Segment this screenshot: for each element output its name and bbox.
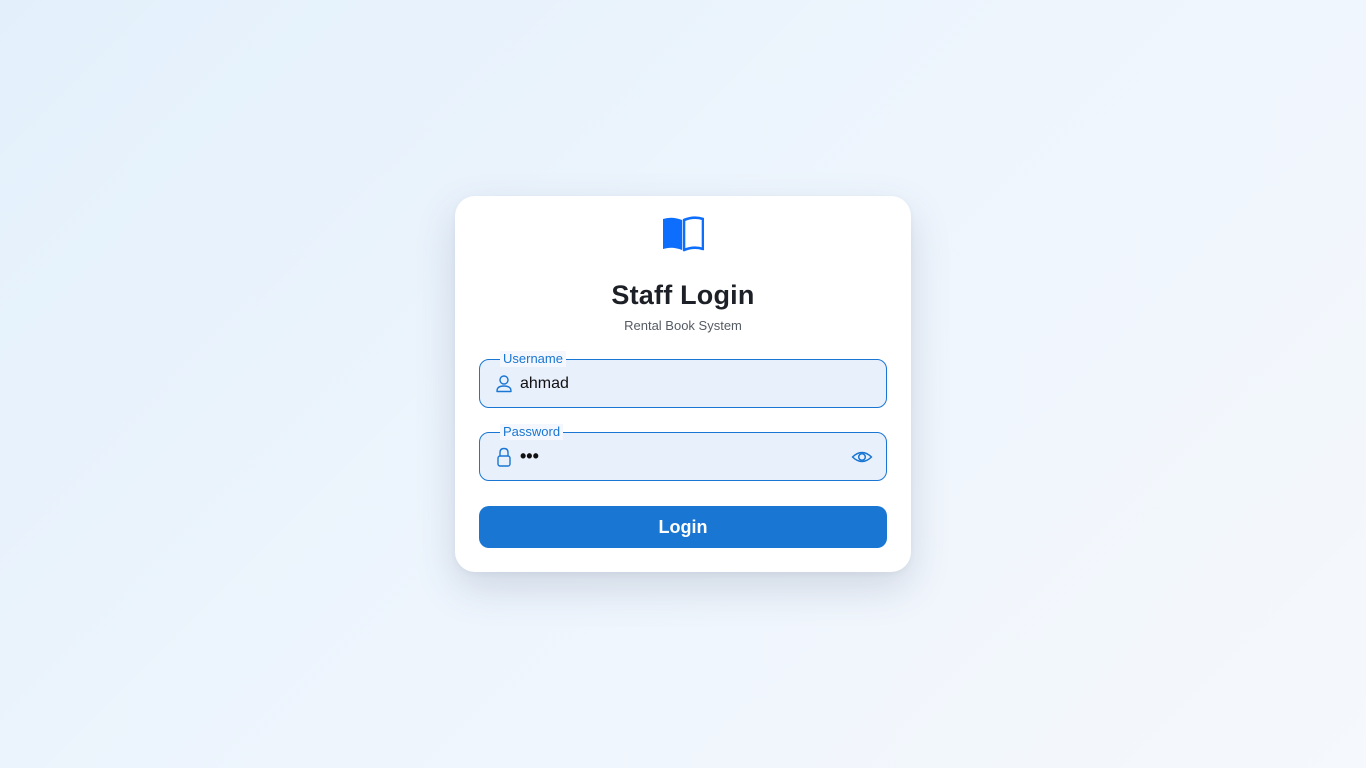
lock-icon	[497, 447, 511, 467]
login-button[interactable]: Login	[479, 506, 887, 548]
password-input[interactable]: •••	[520, 433, 539, 480]
open-book-icon	[663, 216, 704, 252]
person-icon	[496, 375, 512, 393]
login-card: Staff Login Rental Book System Username …	[455, 196, 911, 572]
eye-icon[interactable]	[851, 447, 873, 467]
username-field[interactable]: Username ahmad	[479, 351, 887, 408]
password-field[interactable]: Password •••	[479, 424, 887, 481]
username-input[interactable]: ahmad	[520, 360, 569, 407]
page-subtitle: Rental Book System	[624, 318, 742, 333]
page-title: Staff Login	[611, 280, 755, 310]
